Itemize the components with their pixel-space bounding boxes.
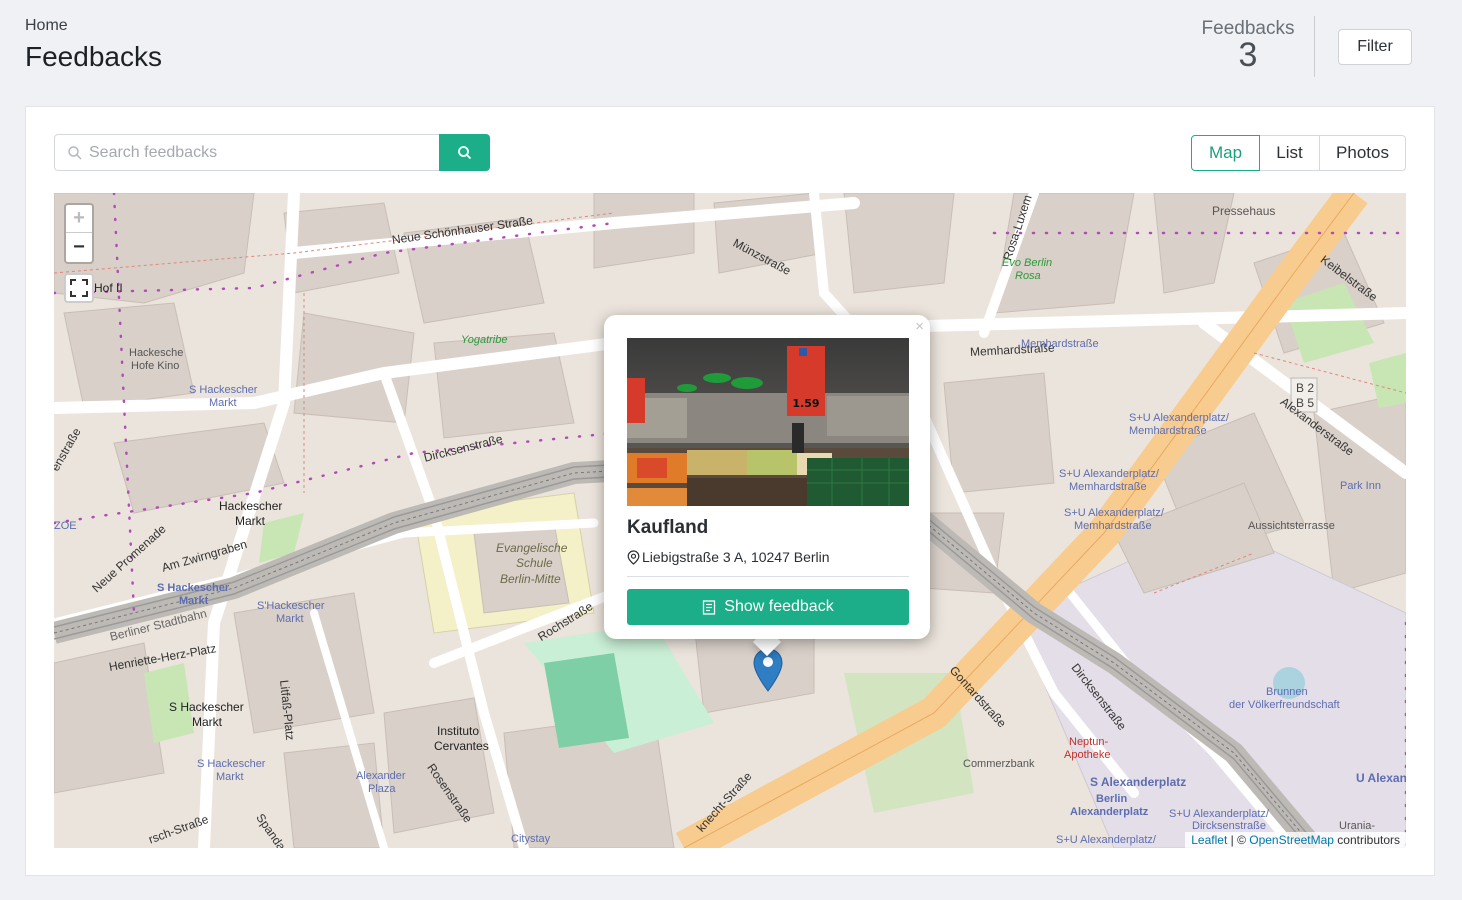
place-label: Rosa <box>1015 270 1041 282</box>
popup-close-button[interactable]: × <box>915 318 924 335</box>
place-label: Hackescher <box>219 499 283 513</box>
tab-map[interactable]: Map <box>1191 135 1260 171</box>
place-label: Markt <box>235 514 265 528</box>
page-header: Home Feedbacks Feedbacks 3 Filter <box>0 0 1462 100</box>
place-label: Pressehaus <box>1212 204 1276 218</box>
popup-address: Liebigstraße 3 A, 10247 Berlin <box>627 549 830 565</box>
place-label: Yogatribe <box>461 334 508 346</box>
show-feedback-button[interactable]: Show feedback <box>627 589 909 625</box>
page-title: Feedbacks <box>25 41 162 72</box>
place-label: Brunnen <box>1266 686 1308 698</box>
place-label: Memhardstraße <box>1069 481 1147 493</box>
search-input[interactable] <box>89 135 434 170</box>
place-label: Berlin-Mitte <box>500 572 561 586</box>
place-label: ZOE <box>54 520 77 532</box>
place-label: Markt <box>216 771 244 783</box>
leaflet-link[interactable]: Leaflet <box>1191 833 1227 847</box>
attribution-separator: | © <box>1227 833 1250 847</box>
popup-title: Kaufland <box>627 517 709 538</box>
place-label: Memhardstraße <box>1074 520 1152 532</box>
feedbacks-stat: Feedbacks 3 <box>1190 18 1306 74</box>
map-attribution: Leaflet | © OpenStreetMap contributors <box>1185 832 1406 848</box>
place-label: Alexanderplatz <box>1070 806 1149 818</box>
place-label: Instituto <box>437 724 480 738</box>
place-label: U Alexan <box>1356 771 1406 785</box>
place-label: Aussichtsterrasse <box>1248 520 1335 532</box>
popup-divider <box>627 576 909 577</box>
place-label: Hof II <box>94 281 123 295</box>
place-label: Park Inn <box>1340 480 1381 492</box>
zoom-in-button[interactable]: + <box>66 205 92 233</box>
place-label: Berlin <box>1096 793 1128 805</box>
search-icon <box>68 146 82 160</box>
place-label: S+U Alexanderplatz/ <box>1169 808 1269 820</box>
tab-list[interactable]: List <box>1259 135 1320 171</box>
place-label: Memhardstraße <box>1129 425 1207 437</box>
place-label: Commerzbank <box>963 758 1035 770</box>
fullscreen-button[interactable] <box>64 273 94 303</box>
attribution-suffix: contributors <box>1333 833 1400 847</box>
filter-button[interactable]: Filter <box>1338 29 1412 65</box>
breadcrumb[interactable]: Home <box>25 17 68 35</box>
place-label: S+U Alexanderplatz/ <box>1064 507 1164 519</box>
place-label: Dircksenstraße <box>1192 820 1266 832</box>
feedback-popup: × 1.59 Kaufland Liebigstraße 3 A, 10247 … <box>604 315 930 639</box>
place-label: S Hackescher <box>197 758 266 770</box>
place-label: Schule <box>516 556 553 570</box>
place-label: Alexander <box>356 770 406 782</box>
search-box <box>54 134 440 171</box>
fullscreen-icon <box>70 279 88 297</box>
place-label: S Hackescher <box>157 582 230 594</box>
place-label: B 5 <box>1296 396 1315 410</box>
search-button[interactable] <box>439 134 490 171</box>
location-pin-icon <box>627 549 640 565</box>
place-label: Markt <box>276 613 304 625</box>
zoom-control: + − <box>64 203 94 264</box>
place-label: Hofe Kino <box>131 360 180 372</box>
place-label: Evangelische <box>496 541 568 555</box>
map-view[interactable]: Neue Schönhauser Straße Münzstraße Memha… <box>54 193 1406 848</box>
place-label: Citystay <box>511 833 551 845</box>
place-label: S Hackescher <box>189 384 258 396</box>
place-label: Evo Berlin <box>1002 257 1053 269</box>
place-label: Urania- <box>1339 820 1376 832</box>
place-label: S Alexanderplatz <box>1090 775 1187 789</box>
popup-address-text: Liebigstraße 3 A, 10247 Berlin <box>642 549 830 565</box>
feedbacks-count: 3 <box>1238 36 1258 74</box>
place-label: Neptun- <box>1069 736 1109 748</box>
view-switcher: Map List Photos <box>1191 135 1406 171</box>
header-divider <box>1314 16 1315 77</box>
place-label: S+U Alexanderplatz/ <box>1129 412 1229 424</box>
show-feedback-label: Show feedback <box>724 598 834 615</box>
place-label: S'Hackescher <box>257 600 325 612</box>
place-label: Plaza <box>368 783 396 795</box>
place-label: Hackesche <box>129 347 184 359</box>
search-icon <box>457 145 471 159</box>
place-label: Markt <box>192 715 222 729</box>
place-label: S+U Alexanderplatz/ <box>1059 468 1159 480</box>
osm-link[interactable]: OpenStreetMap <box>1249 833 1334 847</box>
place-label: der Völkerfreundschaft <box>1229 699 1340 711</box>
tab-photos[interactable]: Photos <box>1319 135 1406 171</box>
place-label: S+U Alexanderplatz/ <box>1056 834 1156 846</box>
supermarket-photo: 1.59 <box>627 338 909 506</box>
price-label: 1.59 <box>792 397 819 410</box>
document-icon <box>703 599 716 615</box>
place-label: Markt <box>209 397 237 409</box>
zoom-out-button[interactable]: − <box>66 233 92 261</box>
place-label: S Hackescher <box>169 700 244 714</box>
feedbacks-card: Map List Photos <box>25 106 1435 876</box>
place-label: Apotheke <box>1064 749 1111 761</box>
place-label: Markt <box>179 595 209 607</box>
feedback-photo[interactable]: 1.59 <box>627 338 909 506</box>
place-label: Cervantes <box>434 739 489 753</box>
place-label: Memhardstraße <box>1021 338 1099 350</box>
place-label: B 2 <box>1296 381 1315 395</box>
